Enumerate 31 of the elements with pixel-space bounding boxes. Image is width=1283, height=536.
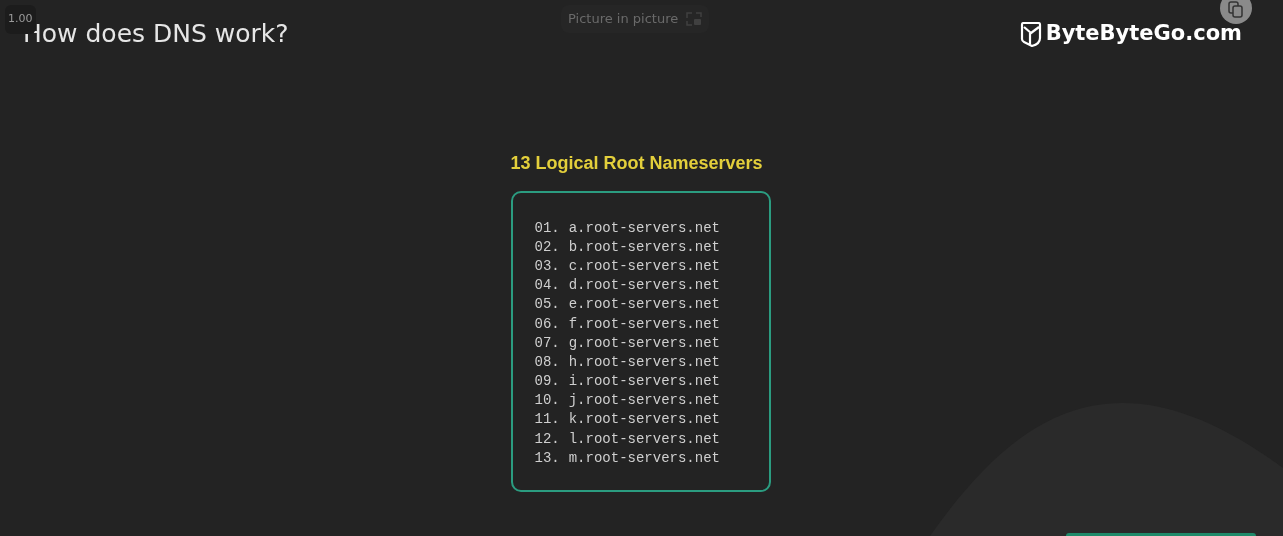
server-number: 04.: [534, 276, 560, 296]
server-number: 06.: [534, 314, 560, 334]
copy-overlay-icon[interactable]: [1220, 0, 1252, 24]
server-number: 12.: [534, 429, 560, 449]
panel-heading: 13 Logical Root Nameservers: [510, 151, 764, 175]
server-number: 13.: [534, 448, 560, 468]
server-hostname: d.root-servers.net: [568, 276, 720, 296]
server-hostname: m.root-servers.net: [568, 448, 720, 468]
server-number: 07.: [534, 333, 560, 353]
server-number: 05.: [534, 295, 560, 315]
server-hostname: a.root-servers.net: [568, 218, 720, 238]
logo-text: ByteByteGo.com: [1045, 20, 1242, 47]
server-hostname: c.root-servers.net: [568, 256, 720, 276]
server-hostname: j.root-servers.net: [568, 391, 720, 411]
server-number: 11.: [534, 410, 560, 430]
server-hostname: b.root-servers.net: [568, 237, 720, 257]
server-number: 08.: [534, 352, 560, 372]
server-hostname: i.root-servers.net: [568, 372, 720, 392]
server-hostname: g.root-servers.net: [568, 333, 720, 353]
server-number: 02.: [534, 237, 560, 257]
server-number: 10.: [534, 391, 560, 411]
server-hostname: l.root-servers.net: [568, 429, 720, 449]
server-hostname: f.root-servers.net: [568, 314, 720, 334]
server-number: 09.: [534, 372, 560, 392]
logo-icon: [1019, 19, 1042, 48]
server-hostname: h.root-servers.net: [568, 352, 720, 372]
picture-in-picture-icon: [686, 11, 703, 26]
server-number: 03.: [534, 256, 560, 276]
server-hostname: e.root-servers.net: [568, 295, 720, 315]
server-number: 01.: [534, 218, 560, 238]
server-hostname: k.root-servers.net: [568, 410, 720, 430]
